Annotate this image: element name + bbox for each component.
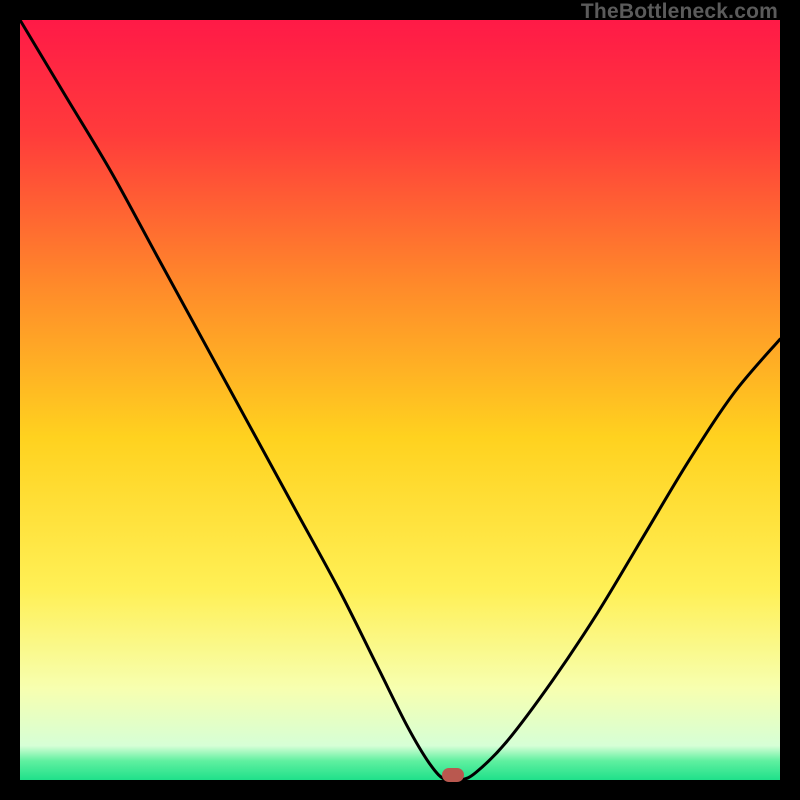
watermark-text: TheBottleneck.com	[581, 0, 778, 24]
bottleneck-chart	[20, 20, 780, 780]
optimal-point-marker	[442, 768, 464, 782]
chart-frame	[20, 20, 780, 780]
gradient-background	[20, 20, 780, 780]
